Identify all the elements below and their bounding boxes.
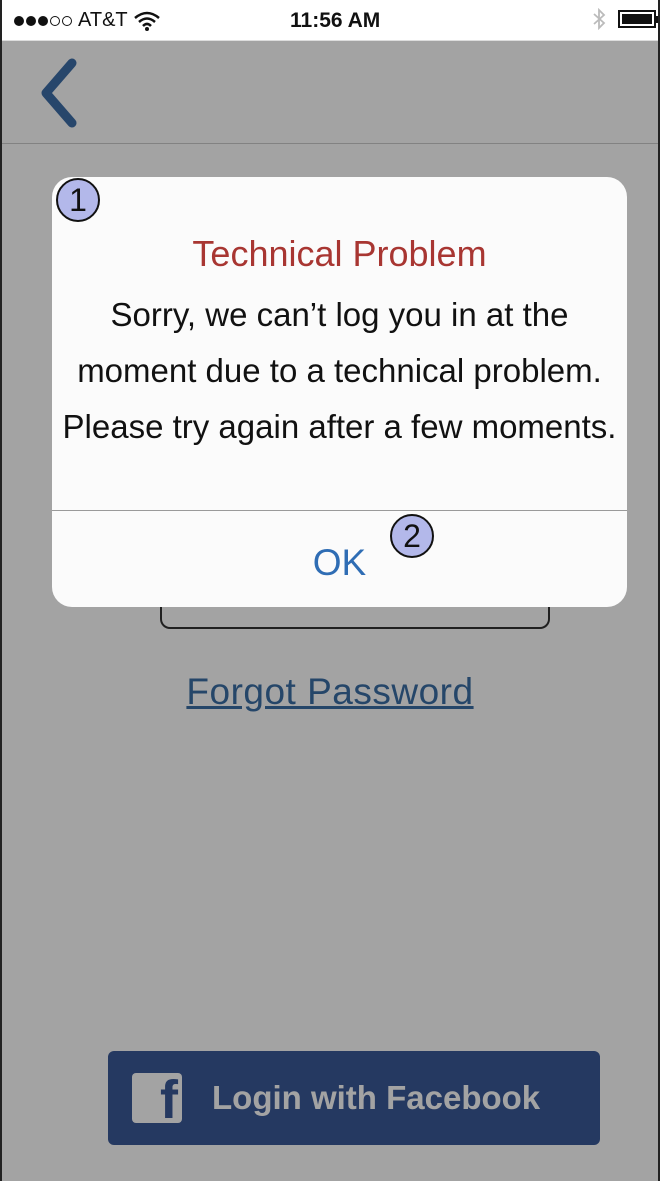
alert-title: Technical Problem	[192, 233, 487, 274]
carrier-label: AT&T	[78, 9, 128, 31]
signal-dots-icon	[14, 15, 72, 26]
alert-message: Sorry, we can’t log you in at the moment…	[62, 296, 617, 445]
battery-icon	[618, 10, 658, 28]
status-right	[592, 8, 658, 30]
annotation-marker-1: 1	[56, 178, 100, 222]
wifi-icon	[133, 11, 160, 31]
status-left: AT&T	[14, 9, 160, 32]
ok-button[interactable]: OK	[52, 511, 627, 607]
technical-problem-alert: Technical Problem Sorry, we can’t log yo…	[52, 177, 627, 607]
annotation-marker-2: 2	[390, 514, 434, 558]
bluetooth-icon	[593, 8, 606, 30]
phone-screen: AT&T 11:56 AM Forgot Password f Login wi…	[0, 0, 660, 1181]
status-time: 11:56 AM	[290, 9, 381, 32]
status-bar: AT&T 11:56 AM	[2, 0, 658, 41]
